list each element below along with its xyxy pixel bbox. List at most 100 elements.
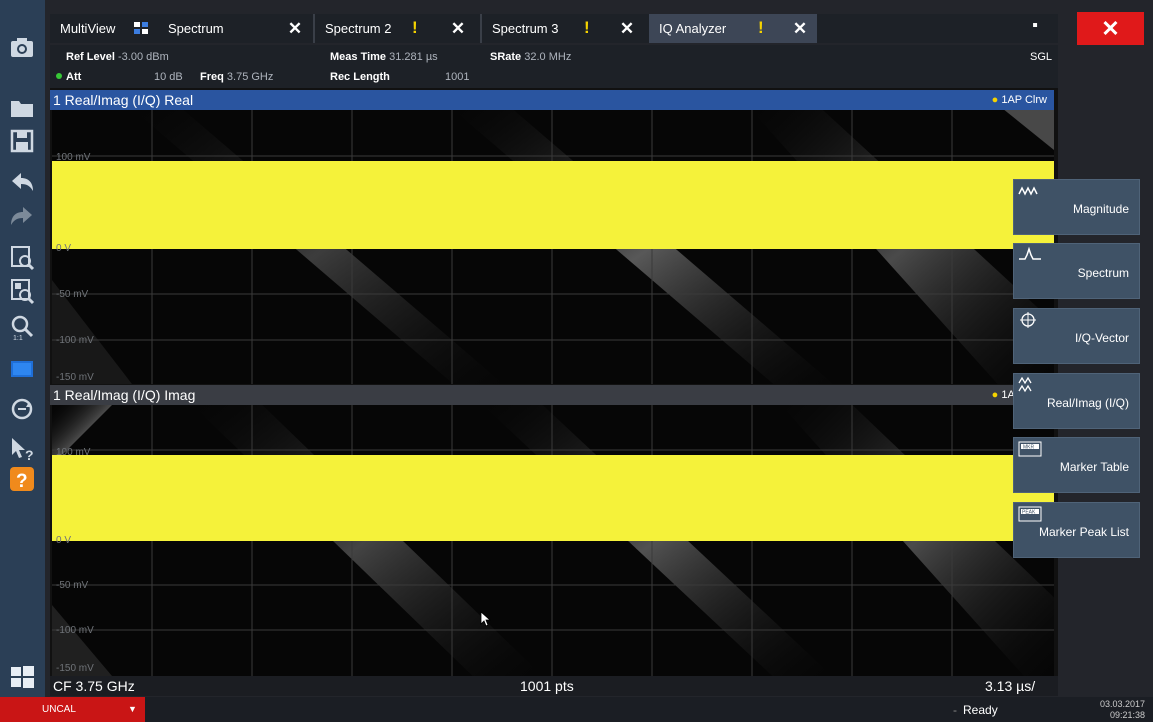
undo-icon[interactable]: [4, 166, 40, 200]
warning-icon: !: [412, 18, 418, 37]
button-label: Marker Peak List: [1038, 525, 1129, 539]
button-label: I/Q-Vector: [1074, 331, 1129, 345]
diagram-title-text: 1 Real/Imag (I/Q) Real: [53, 92, 194, 108]
trace-text: 1AP Clrw: [1001, 94, 1047, 106]
help-icon[interactable]: ?: [4, 462, 40, 496]
grid-icon: [134, 22, 148, 34]
button-label: Magnitude: [1072, 202, 1129, 216]
marker-table-button[interactable]: MKR Marker Table: [1013, 437, 1140, 493]
ref-level-value: -3.00 dBm: [117, 51, 169, 63]
plot-real[interactable]: 100 mV 0 V -50 mV -100 mV -150 mV: [52, 110, 1054, 384]
center-frequency: CF 3.75 GHz: [53, 678, 135, 694]
y-axis-label: 100 mV: [56, 447, 91, 458]
multi-zoom-icon[interactable]: [4, 274, 40, 308]
warning-icon: !: [584, 18, 590, 37]
diagram-footer: CF 3.75 GHz 1001 pts 3.13 µs/: [50, 676, 1058, 696]
uncal-label: UNCAL: [42, 704, 76, 715]
screenshot-icon[interactable]: [4, 30, 40, 64]
tab-spectrum-2[interactable]: Spectrum 2 ! ✕: [315, 14, 480, 43]
trace-dot: ●: [991, 94, 999, 106]
y-axis-label: -100 mV: [56, 335, 94, 346]
real-imag-icon: [1018, 376, 1032, 393]
tab-iq-analyzer[interactable]: IQ Analyzer ! ✕: [649, 14, 817, 43]
svg-text:?: ?: [16, 471, 28, 492]
y-axis-label: -150 mV: [56, 663, 94, 674]
tab-menu-icon[interactable]: ▪: [1025, 14, 1045, 43]
meas-time-label: Meas Time: [330, 51, 387, 63]
status-bar: UNCAL ▼ - Ready 03.03.2017 09:21:38: [0, 697, 1153, 722]
button-label: Real/Imag (I/Q): [1046, 396, 1129, 410]
svg-text:?: ?: [25, 447, 34, 463]
svg-text:MKR: MKR: [1023, 445, 1035, 451]
y-axis-label: 100 mV: [56, 152, 91, 163]
att-label: Att: [66, 71, 82, 83]
rec-length-label: Rec Length: [330, 71, 390, 83]
spectrum-icon: [1019, 246, 1041, 260]
marker-peak-list-button[interactable]: PEAK Marker Peak List: [1013, 502, 1140, 558]
time-per-division: 3.13 µs/: [985, 678, 1036, 694]
marker-peak-list-icon: PEAK: [1018, 506, 1042, 522]
left-toolbar: 1:1 ? ?: [0, 0, 45, 722]
close-icon[interactable]: ✕: [790, 19, 810, 39]
y-axis-label: 0 V: [56, 243, 72, 254]
srate-label: SRate: [490, 51, 522, 63]
uncal-indicator[interactable]: UNCAL ▼: [0, 697, 145, 722]
diagram-title-real[interactable]: 1 Real/Imag (I/Q) Real ● 1AP Clrw: [50, 90, 1054, 110]
zoom-window-icon[interactable]: [4, 240, 40, 274]
y-axis-label: -50 mV: [56, 580, 89, 591]
rec-length-value: 1001: [445, 71, 470, 83]
tab-spectrum-3[interactable]: Spectrum 3 ! ✕: [482, 14, 647, 43]
ready-text: Ready: [963, 703, 998, 717]
iq-analyzer-window: 1:1 ? ? MultiView Spectrum ✕ Spectrum 2: [0, 0, 1153, 722]
svg-text:PEAK: PEAK: [1022, 510, 1036, 516]
full-screen-icon[interactable]: [4, 352, 40, 386]
diagram-title-imag[interactable]: 1 Real/Imag (I/Q) Imag ● 1AP Clrw: [50, 385, 1054, 405]
ref-level-label: Ref Level: [66, 51, 115, 63]
windows-icon[interactable]: [4, 660, 40, 694]
diagram-area: 1 Real/Imag (I/Q) Real ● 1AP Clrw 100 mV…: [50, 88, 1058, 696]
date: 03.03.2017: [1099, 699, 1145, 709]
tab-multiview[interactable]: MultiView: [50, 14, 158, 43]
tab-label: Spectrum: [168, 21, 224, 36]
ready-status: - Ready: [953, 703, 998, 717]
trace-label: ● 1AP Clrw: [992, 90, 1047, 110]
att-status-dot: [56, 73, 62, 79]
context-help-icon[interactable]: ?: [4, 432, 40, 466]
att-value: 10 dB: [154, 71, 183, 83]
iq-vector-button[interactable]: I/Q-Vector: [1013, 308, 1140, 364]
tab-spectrum[interactable]: Spectrum ✕: [158, 14, 313, 43]
close-icon[interactable]: ✕: [448, 19, 468, 39]
right-panel: [1058, 45, 1153, 697]
iq-vector-icon: [1020, 312, 1036, 328]
save-icon[interactable]: [4, 124, 40, 158]
close-icon[interactable]: ✕: [285, 19, 305, 39]
magnitude-icon: [1018, 186, 1038, 196]
plot-real-canvas: [52, 110, 1054, 384]
magnitude-button[interactable]: Magnitude: [1013, 179, 1140, 235]
spectrum-button[interactable]: Spectrum: [1013, 243, 1140, 299]
tab-label: Spectrum 3: [492, 21, 559, 36]
y-axis-label: 0 V: [56, 535, 72, 546]
y-axis-label: -100 mV: [56, 625, 94, 636]
trace-dot: ●: [991, 389, 999, 401]
date-time: 03.03.2017 09:21:38: [1100, 699, 1145, 721]
freq-label: Freq: [200, 71, 224, 83]
tab-bar: MultiView Spectrum ✕ Spectrum 2 ! ✕ Spec…: [50, 14, 1058, 43]
measurement-info[interactable]: Ref Level -3.00 dBm Att 10 dB Freq 3.75 …: [50, 45, 1058, 88]
sweep-points: 1001 pts: [520, 678, 574, 694]
close-window-button[interactable]: ✕: [1077, 12, 1144, 45]
refresh-icon[interactable]: [4, 392, 40, 426]
dropdown-icon: ▼: [128, 704, 137, 714]
sweep-mode: SGL: [1030, 51, 1053, 63]
meas-time-value: 31.281 µs: [389, 51, 438, 63]
y-axis-label: -50 mV: [56, 289, 89, 300]
tab-label: IQ Analyzer: [659, 21, 727, 36]
zoom-1to1-icon[interactable]: 1:1: [4, 310, 40, 344]
real-imag-button[interactable]: Real/Imag (I/Q): [1013, 373, 1140, 429]
srate-value: 32.0 MHz: [524, 51, 572, 63]
close-icon[interactable]: ✕: [617, 19, 637, 39]
redo-icon[interactable]: [4, 200, 40, 234]
plot-imag[interactable]: 100 mV 0 V -50 mV -100 mV -150 mV: [52, 405, 1054, 676]
open-folder-icon[interactable]: [4, 90, 40, 124]
svg-text:1:1: 1:1: [13, 335, 23, 341]
